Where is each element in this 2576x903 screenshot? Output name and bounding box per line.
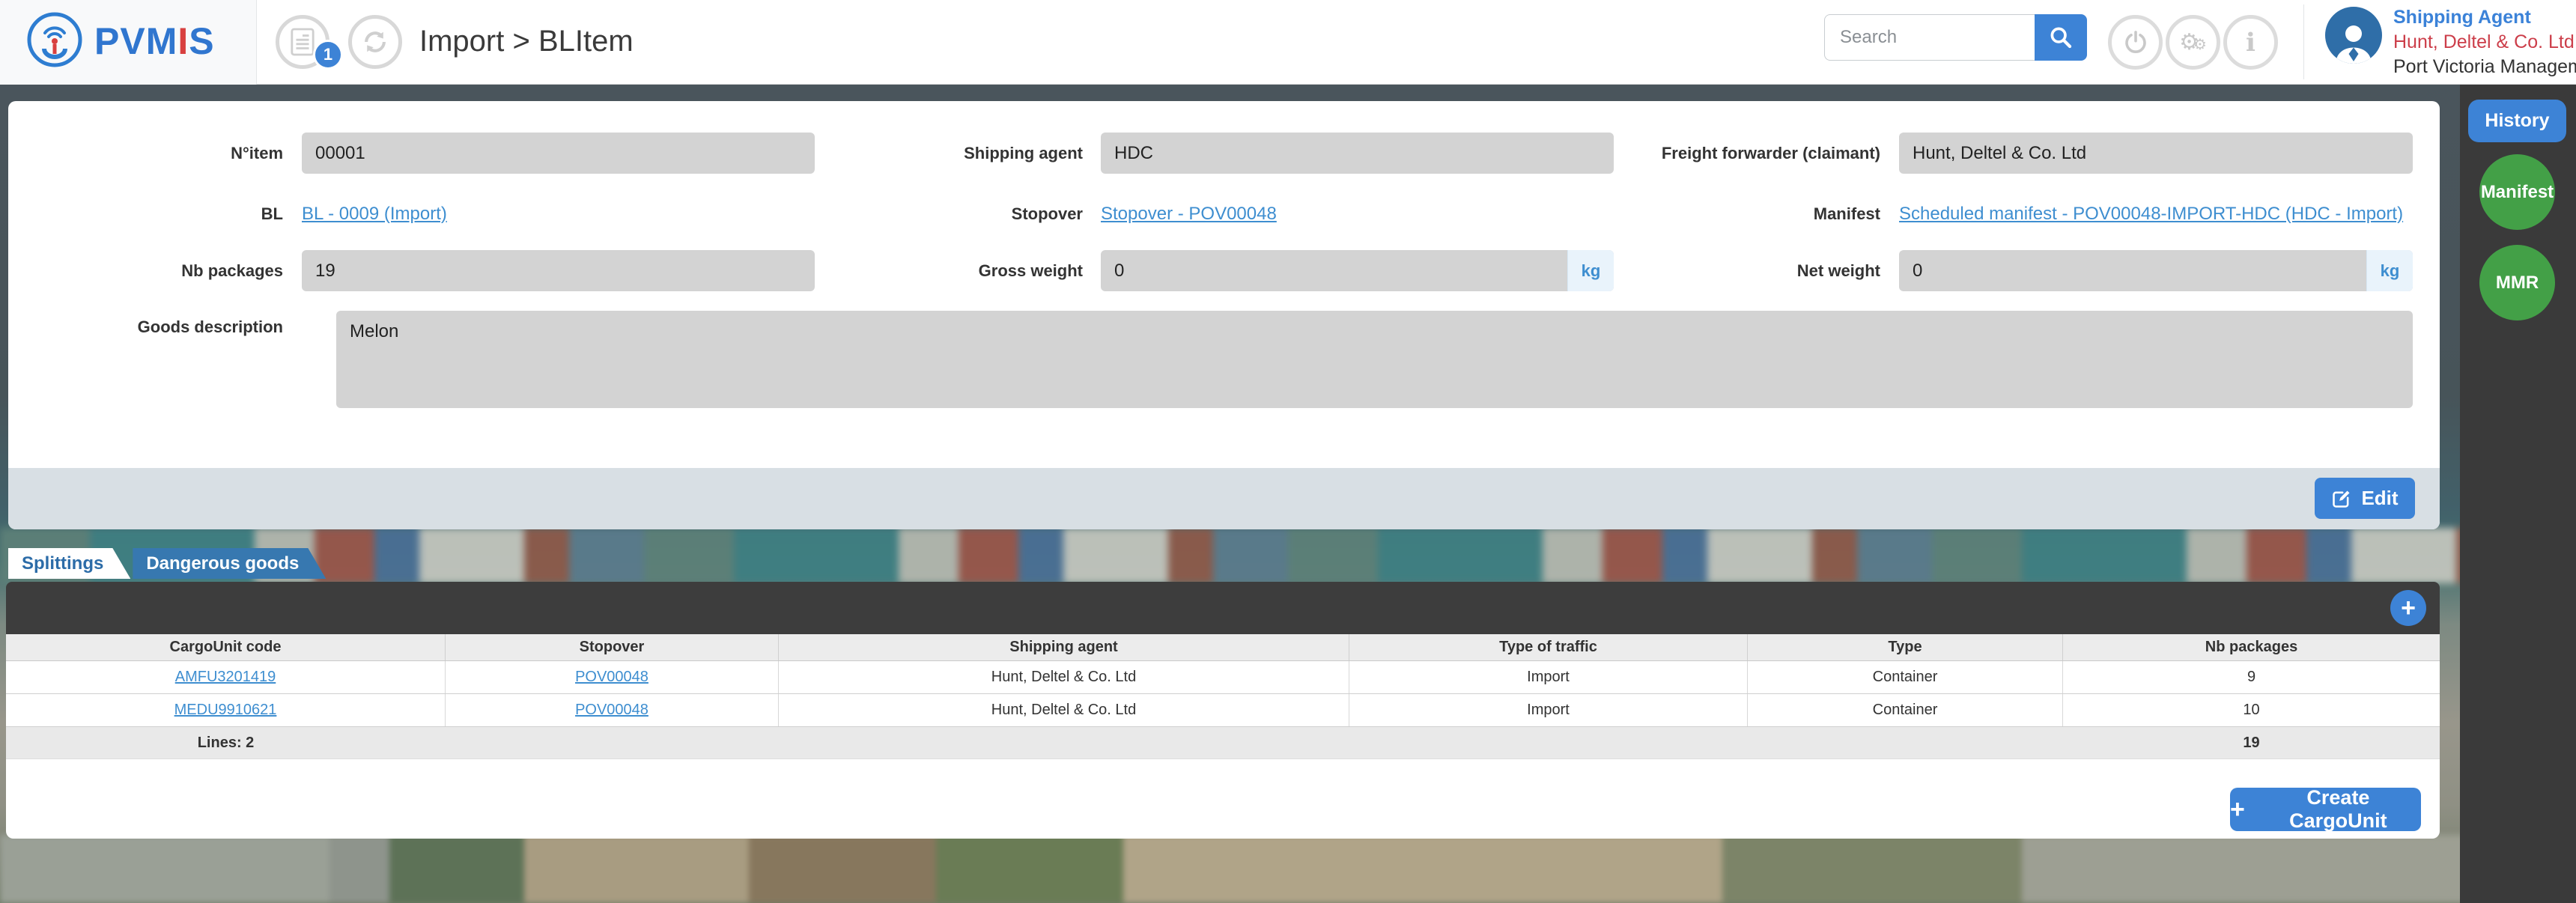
tab-splittings[interactable]: Splittings	[8, 548, 130, 579]
edit-button-label: Edit	[2361, 487, 2398, 510]
net-weight-unit: kg	[2366, 250, 2413, 291]
manifest-link[interactable]: Scheduled manifest - POV00048-IMPORT-HDC…	[1899, 204, 2403, 225]
tab-splittings-label: Splittings	[22, 553, 103, 574]
shipping-agent-cell: Hunt, Deltel & Co. Ltd	[779, 694, 1349, 726]
nb-packages-cell: 9	[2063, 661, 2440, 693]
gross-weight-unit: kg	[1567, 250, 1614, 291]
person-icon	[2331, 19, 2376, 64]
lines-count: Lines: 2	[6, 727, 446, 758]
app-screen: PVMIS 1 Import > BLItem	[0, 0, 2576, 903]
search-icon	[2048, 25, 2074, 50]
side-action-rail: History Manifest MMR	[2460, 85, 2576, 903]
panel-action-strip: Edit	[8, 468, 2440, 529]
goods-description-field[interactable]: Melon	[336, 311, 2413, 408]
search-bar	[1824, 14, 2087, 61]
table-header-row: CargoUnit code Stopover Shipping agent T…	[6, 634, 2440, 661]
app-logo-text: PVMIS	[94, 0, 215, 85]
col-nb-packages: Nb packages	[2063, 634, 2440, 660]
total-packages: 19	[2063, 727, 2440, 758]
cargounit-link[interactable]: AMFU3201419	[175, 669, 276, 686]
create-cargounit-label: Create CargoUnit	[2255, 786, 2421, 833]
net-weight-field[interactable]: 0 kg	[1899, 250, 2413, 291]
shipping-agent-label: Shipping agent	[817, 133, 1083, 174]
top-header: PVMIS 1 Import > BLItem	[0, 0, 2576, 85]
gears-icon: ⚙⚙	[2179, 31, 2207, 54]
net-weight-label: Net weight	[1614, 250, 1880, 291]
power-icon	[2122, 29, 2149, 56]
background-port-aerial	[0, 835, 2576, 903]
blitem-detail-panel: N°item 00001 Shipping agent HDC Freight …	[8, 101, 2440, 529]
document-icon	[290, 27, 315, 57]
n-item-field[interactable]: 00001	[302, 133, 815, 174]
traffic-cell: Import	[1349, 694, 1748, 726]
background-container-yard	[0, 528, 2576, 583]
logo-area: PVMIS	[0, 0, 257, 85]
info-button[interactable]: i	[2223, 15, 2278, 70]
refresh-button[interactable]	[348, 15, 402, 69]
refresh-icon	[361, 28, 389, 56]
tab-dangerous-goods-label: Dangerous goods	[146, 553, 299, 574]
type-cell: Container	[1748, 694, 2063, 726]
header-divider	[2303, 4, 2304, 79]
pvmis-logo-icon	[27, 12, 82, 67]
col-type-of-traffic: Type of traffic	[1349, 634, 1748, 660]
documents-count-badge: 1	[313, 40, 343, 70]
manifest-label: Manifest	[1614, 193, 1880, 234]
stopover-cell-link[interactable]: POV00048	[575, 702, 648, 719]
shipping-agent-field[interactable]: HDC	[1101, 133, 1614, 174]
splittings-toolbar: +	[6, 582, 2440, 634]
stopover-cell-link[interactable]: POV00048	[575, 669, 648, 686]
table-row: AMFU3201419 POV00048 Hunt, Deltel & Co. …	[6, 661, 2440, 694]
freight-forwarder-label: Freight forwarder (claimant)	[1614, 133, 1880, 174]
nb-packages-cell: 10	[2063, 694, 2440, 726]
logout-button[interactable]	[2108, 15, 2163, 70]
stopover-label: Stopover	[817, 193, 1083, 234]
col-shipping-agent: Shipping agent	[779, 634, 1349, 660]
search-input[interactable]	[1824, 14, 2035, 61]
goods-description-label: Goods description	[8, 316, 283, 338]
create-cargounit-button[interactable]: + Create CargoUnit	[2230, 788, 2421, 831]
nb-packages-field[interactable]: 19	[302, 250, 815, 291]
search-button[interactable]	[2035, 14, 2087, 61]
net-weight-value: 0	[1913, 261, 1922, 282]
add-splitting-button[interactable]: +	[2390, 590, 2426, 626]
gross-weight-value: 0	[1114, 261, 1124, 282]
col-type: Type	[1748, 634, 2063, 660]
gross-weight-label: Gross weight	[817, 250, 1083, 291]
history-button[interactable]: History	[2468, 100, 2566, 142]
freight-forwarder-field[interactable]: Hunt, Deltel & Co. Ltd	[1899, 133, 2413, 174]
settings-button[interactable]: ⚙⚙	[2166, 15, 2220, 70]
user-organization: Port Victoria Managem	[2393, 55, 2576, 79]
traffic-cell: Import	[1349, 661, 1748, 693]
n-item-label: N°item	[8, 133, 283, 174]
detail-tabs: Splittings Dangerous goods	[8, 548, 326, 579]
col-stopover: Stopover	[446, 634, 779, 660]
table-row: MEDU9910621 POV00048 Hunt, Deltel & Co. …	[6, 694, 2440, 727]
bl-label: BL	[8, 193, 283, 234]
cargounit-link[interactable]: MEDU9910621	[174, 702, 277, 719]
col-cargounit-code: CargoUnit code	[6, 634, 446, 660]
info-icon: i	[2246, 28, 2255, 58]
page-title: Import > BLItem	[419, 0, 634, 85]
table-footer-row: Lines: 2 19	[6, 727, 2440, 759]
edit-button[interactable]: Edit	[2315, 478, 2415, 519]
shipping-agent-cell: Hunt, Deltel & Co. Ltd	[779, 661, 1349, 693]
user-role: Shipping Agent	[2393, 5, 2576, 30]
stopover-link[interactable]: Stopover - POV00048	[1101, 204, 1277, 225]
tab-dangerous-goods[interactable]: Dangerous goods	[133, 548, 326, 579]
nb-packages-label: Nb packages	[8, 250, 283, 291]
type-cell: Container	[1748, 661, 2063, 693]
mmr-button[interactable]: MMR	[2479, 245, 2555, 320]
plus-icon: +	[2230, 797, 2245, 822]
gross-weight-field[interactable]: 0 kg	[1101, 250, 1614, 291]
splittings-table-panel: CargoUnit code Stopover Shipping agent T…	[6, 634, 2440, 839]
user-company: Hunt, Deltel & Co. Ltd	[2393, 30, 2576, 55]
manifest-button[interactable]: Manifest	[2479, 154, 2555, 230]
bl-link[interactable]: BL - 0009 (Import)	[302, 204, 447, 225]
edit-pencil-icon	[2331, 488, 2352, 509]
user-info[interactable]: Shipping Agent Hunt, Deltel & Co. Ltd Po…	[2393, 5, 2576, 80]
user-avatar[interactable]	[2325, 7, 2382, 64]
